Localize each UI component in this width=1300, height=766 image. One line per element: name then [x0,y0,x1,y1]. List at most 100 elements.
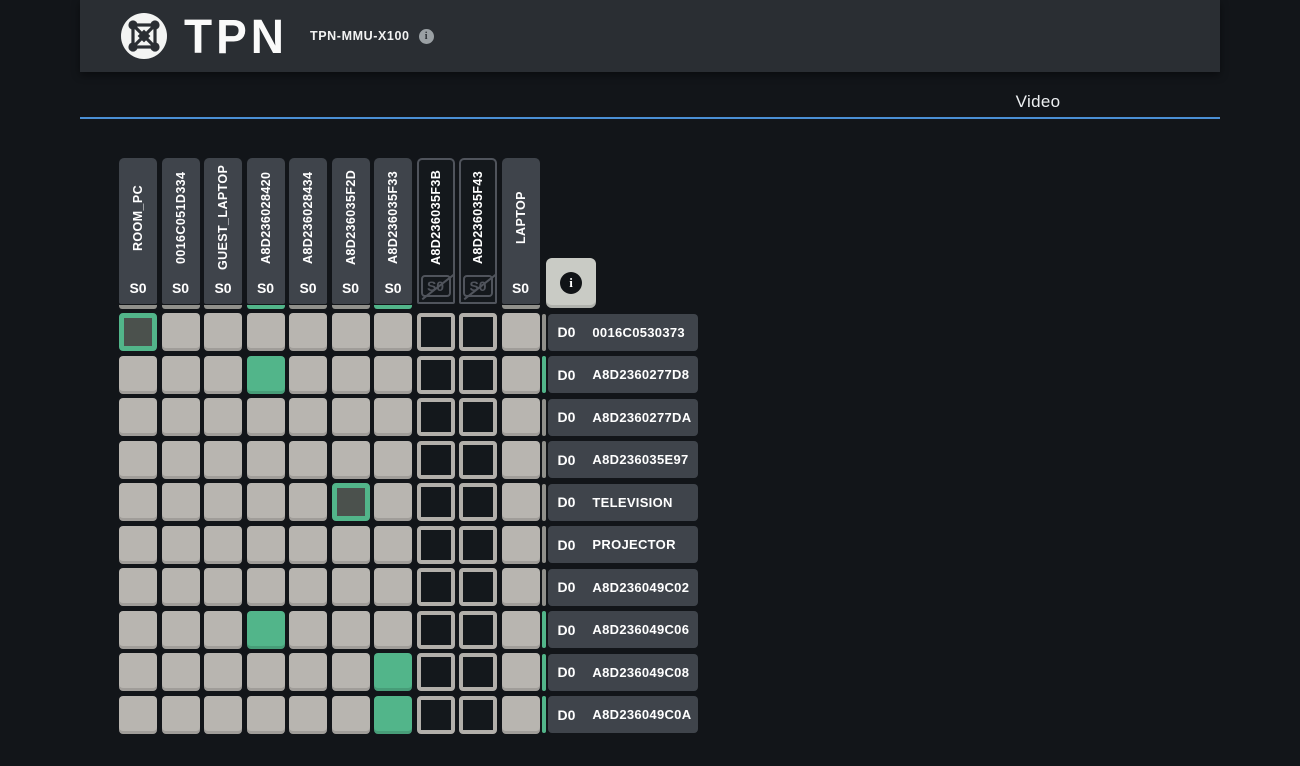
destination-row-label-a8d2360277da[interactable]: D0A8D2360277DA [542,399,698,436]
crosspoint-r2-c6-idle[interactable] [332,356,370,394]
crosspoint-r10-c10-idle[interactable] [502,696,540,734]
crosspoint-r9-c6-idle[interactable] [332,653,370,691]
crosspoint-r5-c3-idle[interactable] [204,483,242,521]
crosspoint-r8-c10-idle[interactable] [502,611,540,649]
crosspoint-r8-c2-idle[interactable] [162,611,200,649]
crosspoint-r7-c10-idle[interactable] [502,568,540,606]
source-header-0016c051d334[interactable]: 0016C051D334S0 [162,158,200,309]
crosspoint-r5-c7-idle[interactable] [374,483,412,521]
source-header-a8d236028434[interactable]: A8D236028434S0 [289,158,327,309]
crosspoint-r6-c1-idle[interactable] [119,526,157,564]
crosspoint-r2-c2-idle[interactable] [162,356,200,394]
crosspoint-r4-c4-idle[interactable] [247,441,285,479]
crosspoint-r3-c7-idle[interactable] [374,398,412,436]
crosspoint-r10-c1-idle[interactable] [119,696,157,734]
matrix-info-button[interactable]: i [546,258,596,308]
crosspoint-r8-c1-idle[interactable] [119,611,157,649]
crosspoint-r10-c7-routed[interactable] [374,696,412,734]
crosspoint-r6-c2-idle[interactable] [162,526,200,564]
crosspoint-r9-c7-routed[interactable] [374,653,412,691]
crosspoint-r9-c2-idle[interactable] [162,653,200,691]
crosspoint-r10-c6-idle[interactable] [332,696,370,734]
crosspoint-r7-c6-idle[interactable] [332,568,370,606]
crosspoint-r4-c7-idle[interactable] [374,441,412,479]
crosspoint-r3-c3-idle[interactable] [204,398,242,436]
crosspoint-r2-c10-idle[interactable] [502,356,540,394]
source-header-a8d236028420[interactable]: A8D236028420S0 [247,158,285,309]
crosspoint-r1-c5-idle[interactable] [289,313,327,351]
crosspoint-r1-c3-idle[interactable] [204,313,242,351]
crosspoint-r10-c5-idle[interactable] [289,696,327,734]
crosspoint-r8-c6-idle[interactable] [332,611,370,649]
crosspoint-r5-c1-idle[interactable] [119,483,157,521]
crosspoint-r5-c10-idle[interactable] [502,483,540,521]
crosspoint-r10-c3-idle[interactable] [204,696,242,734]
crosspoint-r4-c10-idle[interactable] [502,441,540,479]
crosspoint-r1-c2-idle[interactable] [162,313,200,351]
destination-row-label-0016c0530373[interactable]: D00016C0530373 [542,314,698,351]
crosspoint-r3-c10-idle[interactable] [502,398,540,436]
crosspoint-r9-c1-idle[interactable] [119,653,157,691]
crosspoint-r9-c3-idle[interactable] [204,653,242,691]
crosspoint-r4-c3-idle[interactable] [204,441,242,479]
crosspoint-r5-c6-selected[interactable] [332,483,370,521]
crosspoint-r1-c10-idle[interactable] [502,313,540,351]
crosspoint-r2-c1-idle[interactable] [119,356,157,394]
crosspoint-r7-c4-idle[interactable] [247,568,285,606]
destination-row-label-television[interactable]: D0TELEVISION [542,484,698,521]
crosspoint-r5-c4-idle[interactable] [247,483,285,521]
crosspoint-r7-c7-idle[interactable] [374,568,412,606]
crosspoint-r3-c4-idle[interactable] [247,398,285,436]
crosspoint-r3-c2-idle[interactable] [162,398,200,436]
crosspoint-r4-c5-idle[interactable] [289,441,327,479]
crosspoint-r1-c6-idle[interactable] [332,313,370,351]
crosspoint-r1-c7-idle[interactable] [374,313,412,351]
crosspoint-r6-c10-idle[interactable] [502,526,540,564]
crosspoint-r10-c4-idle[interactable] [247,696,285,734]
source-header-laptop[interactable]: LAPTOPS0 [502,158,540,309]
destination-row-label-a8d236049c02[interactable]: D0A8D236049C02 [542,569,698,606]
destination-row-label-a8d236035e97[interactable]: D0A8D236035E97 [542,441,698,478]
crosspoint-r5-c2-idle[interactable] [162,483,200,521]
crosspoint-r7-c1-idle[interactable] [119,568,157,606]
tab-video[interactable]: Video [856,84,1220,117]
crosspoint-r4-c1-idle[interactable] [119,441,157,479]
source-header-room_pc[interactable]: ROOM_PCS0 [119,158,157,309]
crosspoint-r1-c4-idle[interactable] [247,313,285,351]
destination-row-label-a8d236049c06[interactable]: D0A8D236049C06 [542,611,698,648]
crosspoint-r10-c2-idle[interactable] [162,696,200,734]
crosspoint-r8-c7-idle[interactable] [374,611,412,649]
crosspoint-r3-c6-idle[interactable] [332,398,370,436]
crosspoint-r2-c3-idle[interactable] [204,356,242,394]
crosspoint-r9-c5-idle[interactable] [289,653,327,691]
crosspoint-r8-c3-idle[interactable] [204,611,242,649]
destination-row-label-a8d236049c0a[interactable]: D0A8D236049C0A [542,696,698,733]
crosspoint-r1-c1-selected[interactable] [119,313,157,351]
destination-row-label-projector[interactable]: D0PROJECTOR [542,526,698,563]
crosspoint-r7-c3-idle[interactable] [204,568,242,606]
destination-row-label-a8d236049c08[interactable]: D0A8D236049C08 [542,654,698,691]
crosspoint-r6-c5-idle[interactable] [289,526,327,564]
crosspoint-r2-c5-idle[interactable] [289,356,327,394]
crosspoint-r4-c6-idle[interactable] [332,441,370,479]
crosspoint-r2-c7-idle[interactable] [374,356,412,394]
crosspoint-r9-c4-idle[interactable] [247,653,285,691]
crosspoint-r6-c6-idle[interactable] [332,526,370,564]
source-header-a8d236035f33[interactable]: A8D236035F33S0 [374,158,412,309]
crosspoint-r2-c4-routed[interactable] [247,356,285,394]
crosspoint-r6-c7-idle[interactable] [374,526,412,564]
crosspoint-r3-c5-idle[interactable] [289,398,327,436]
crosspoint-r6-c3-idle[interactable] [204,526,242,564]
source-header-a8d236035f2d[interactable]: A8D236035F2DS0 [332,158,370,309]
crosspoint-r8-c5-idle[interactable] [289,611,327,649]
destination-row-label-a8d2360277d8[interactable]: D0A8D2360277D8 [542,356,698,393]
source-header-guest_laptop[interactable]: GUEST_LAPTOPS0 [204,158,242,309]
crosspoint-r3-c1-idle[interactable] [119,398,157,436]
crosspoint-r7-c5-idle[interactable] [289,568,327,606]
crosspoint-r5-c5-idle[interactable] [289,483,327,521]
crosspoint-r6-c4-idle[interactable] [247,526,285,564]
crosspoint-r4-c2-idle[interactable] [162,441,200,479]
model-info-icon[interactable]: i [419,29,434,44]
crosspoint-r9-c10-idle[interactable] [502,653,540,691]
crosspoint-r8-c4-routed[interactable] [247,611,285,649]
